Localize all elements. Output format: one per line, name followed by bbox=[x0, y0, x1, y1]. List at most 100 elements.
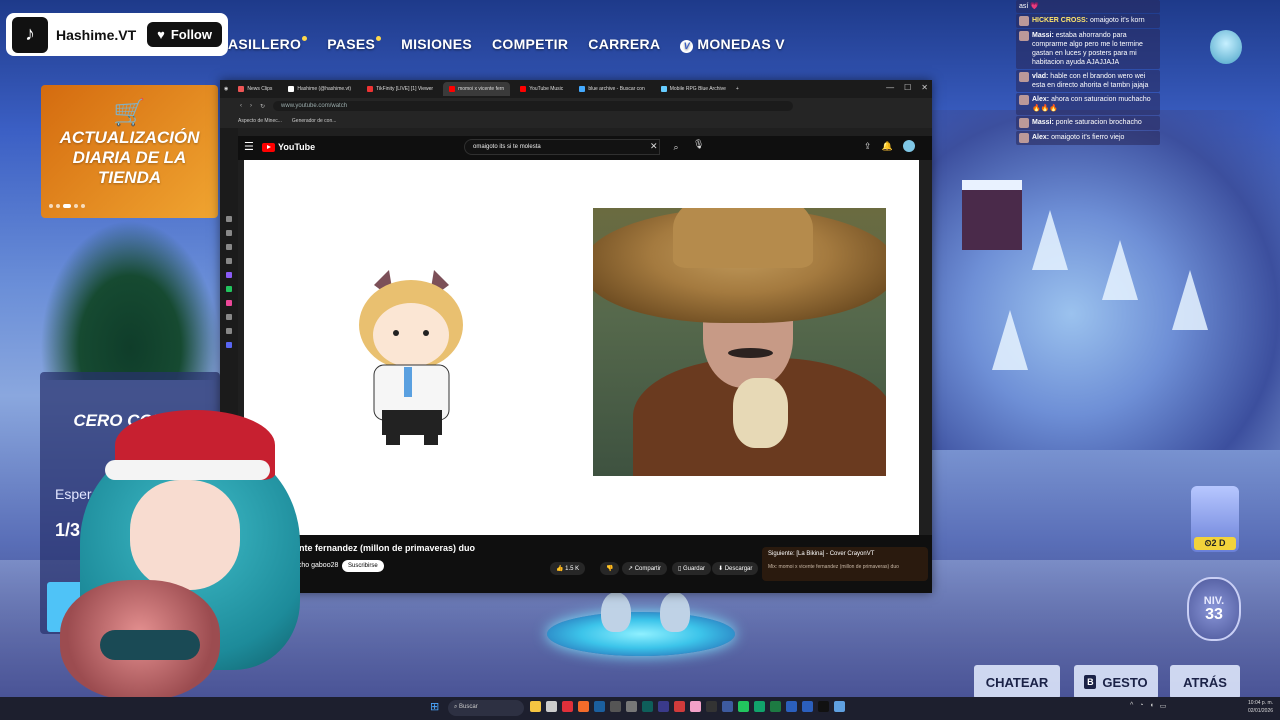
forward-icon[interactable]: › bbox=[250, 103, 252, 109]
save-button[interactable]: ▯ Guardar bbox=[672, 562, 711, 575]
shopping-cart-icon: 🛒 bbox=[113, 97, 146, 127]
reward-timer-badge: ⏲2 D bbox=[1194, 537, 1236, 550]
upload-icon[interactable]: ⇪ bbox=[864, 141, 872, 152]
battery-icon[interactable]: ▭ bbox=[1160, 702, 1167, 710]
app-icon[interactable] bbox=[546, 701, 557, 712]
bookmarks-bar: Aspecto de Minec... Generador de con... bbox=[220, 114, 932, 128]
steam-icon[interactable] bbox=[594, 701, 605, 712]
browser-tab[interactable]: News Clips bbox=[232, 82, 278, 96]
browser-tab[interactable]: TikFinity [LIVE] [1] Viewer bbox=[361, 82, 439, 96]
back-icon[interactable]: ‹ bbox=[240, 103, 242, 109]
nav-item-vbucks[interactable]: V MONEDAS V bbox=[680, 36, 785, 53]
bell-icon[interactable]: 🔔 bbox=[882, 141, 893, 152]
reload-icon[interactable]: ↻ bbox=[260, 103, 265, 110]
next-video-card[interactable]: Siguiente: [La Bikina] - Cover CrayonVT … bbox=[762, 547, 928, 581]
app-icon[interactable] bbox=[722, 701, 733, 712]
hamburger-menu-icon[interactable]: ☰ bbox=[244, 140, 254, 153]
nav-item-quests[interactable]: MISIONES bbox=[401, 36, 472, 53]
wifi-icon[interactable]: ◔ bbox=[1139, 702, 1143, 710]
youtube-search-input[interactable]: omaigoto its si te molesta bbox=[464, 139, 660, 155]
chat-button[interactable]: CHATEAR bbox=[974, 665, 1060, 699]
like-button[interactable]: 👍 1.5 K bbox=[550, 562, 586, 575]
app-icon[interactable] bbox=[754, 701, 765, 712]
taskbar-clock[interactable]: 10:04 p. m. 02/01/2026 bbox=[1248, 699, 1273, 715]
app-icon[interactable] bbox=[690, 701, 701, 712]
app-icon[interactable] bbox=[642, 701, 653, 712]
search-icon[interactable]: ⌕ bbox=[666, 139, 686, 155]
bookmark-item[interactable]: Aspecto de Minec... bbox=[238, 118, 282, 124]
app-icon[interactable] bbox=[658, 701, 669, 712]
shop-tile-title: ACTUALIZACIÓN DIARIA DE LA TIENDA bbox=[59, 128, 200, 187]
daily-shop-tile[interactable]: 🛒 ACTUALIZACIÓN DIARIA DE LA TIENDA bbox=[41, 85, 218, 218]
avatar[interactable] bbox=[902, 140, 915, 152]
minimize-icon[interactable]: — bbox=[886, 83, 894, 92]
sidebar-app-icon[interactable] bbox=[226, 230, 232, 236]
window-controls: — ☐ ✕ bbox=[886, 83, 928, 92]
user-avatar bbox=[1019, 95, 1029, 105]
level-badge[interactable]: NIV. 33 bbox=[1187, 577, 1241, 641]
browser-tab[interactable]: Mobile RPG Blue Archive bbox=[655, 82, 732, 96]
sidebar-app-icon[interactable] bbox=[226, 314, 232, 320]
app-icon[interactable] bbox=[738, 701, 749, 712]
bookmark-item[interactable]: Generador de con... bbox=[292, 118, 336, 124]
emote-button[interactable]: B GESTO bbox=[1074, 665, 1158, 699]
nav-item-locker[interactable]: ASILLERO bbox=[228, 36, 308, 53]
app-icon[interactable] bbox=[674, 701, 685, 712]
word-icon[interactable] bbox=[786, 701, 797, 712]
nav-item-career[interactable]: CARRERA bbox=[588, 36, 660, 53]
new-tab-icon[interactable]: + bbox=[736, 86, 739, 92]
level-value: 33 bbox=[1205, 606, 1223, 623]
browser-tab[interactable]: YouTube Music bbox=[514, 82, 569, 96]
tiktok-badge: ♪ Hashime.VT ♥ Follow bbox=[6, 13, 228, 56]
file-explorer-icon[interactable] bbox=[530, 701, 541, 712]
sidebar-app-icon[interactable] bbox=[226, 286, 232, 292]
chevron-up-icon[interactable]: ^ bbox=[1130, 702, 1133, 710]
user-avatar bbox=[1019, 133, 1029, 143]
party-member-icon[interactable] bbox=[1210, 30, 1242, 64]
nav-item-compete[interactable]: COMPETIR bbox=[492, 36, 568, 53]
sidebar-app-icon[interactable] bbox=[226, 244, 232, 250]
taskbar-search-input[interactable]: ⌕ Buscar bbox=[448, 700, 524, 716]
video-player[interactable] bbox=[244, 160, 919, 535]
browser-tab-active[interactable]: momoi x vicente fern bbox=[443, 82, 511, 96]
character-pedestal bbox=[547, 612, 735, 656]
volume-icon[interactable]: ◖ bbox=[1150, 702, 1154, 710]
user-avatar bbox=[1019, 72, 1029, 82]
sidebar-app-icon[interactable] bbox=[226, 300, 232, 306]
browser-tab[interactable]: blue archive - Buscar con bbox=[573, 82, 650, 96]
browser-tab[interactable]: Hashime (@hashime.vt) bbox=[282, 82, 357, 96]
nav-item-passes[interactable]: PASES bbox=[327, 36, 382, 53]
app-icon[interactable] bbox=[706, 701, 717, 712]
opera-icon[interactable] bbox=[562, 701, 573, 712]
url-input[interactable]: www.youtube.com/watch bbox=[273, 101, 794, 111]
tiktok-icon[interactable] bbox=[818, 701, 829, 712]
dislike-button[interactable]: 👎 bbox=[600, 562, 620, 575]
download-button[interactable]: ⬇ Descargar bbox=[712, 562, 759, 575]
windows-start-icon[interactable]: ⊞ bbox=[430, 700, 442, 713]
browser-menu-icon[interactable]: ◉ bbox=[224, 86, 228, 92]
thumbs-up-icon: 👍 bbox=[556, 566, 566, 572]
back-button[interactable]: ATRÁS bbox=[1170, 665, 1240, 699]
microphone-icon[interactable]: 🎙 bbox=[693, 139, 704, 150]
user-avatar bbox=[1019, 118, 1029, 128]
follow-button[interactable]: ♥ Follow bbox=[147, 22, 222, 47]
channel-name[interactable]: acho gaboo28 bbox=[294, 562, 338, 569]
app-icon[interactable] bbox=[610, 701, 621, 712]
maximize-icon[interactable]: ☐ bbox=[904, 83, 911, 92]
share-button[interactable]: ↗ Compartir bbox=[622, 562, 668, 575]
sidebar-app-icon[interactable] bbox=[226, 216, 232, 222]
sidebar-app-icon[interactable] bbox=[226, 272, 232, 278]
sidebar-app-icon[interactable] bbox=[226, 328, 232, 334]
sidebar-app-icon[interactable] bbox=[226, 258, 232, 264]
app-icon[interactable] bbox=[802, 701, 813, 712]
app-icon[interactable] bbox=[626, 701, 637, 712]
sidebar-app-icon[interactable] bbox=[226, 342, 232, 348]
app-icon[interactable] bbox=[834, 701, 845, 712]
brave-icon[interactable] bbox=[578, 701, 589, 712]
live-chat-overlay: así 💗 HICKER CROSS: omaigoto it's korn M… bbox=[1016, 0, 1160, 146]
youtube-logo[interactable]: YouTube bbox=[262, 142, 315, 152]
close-icon[interactable]: ✕ bbox=[921, 83, 928, 92]
subscribe-button[interactable]: Suscribirse bbox=[342, 560, 384, 572]
clear-search-icon[interactable]: ✕ bbox=[650, 141, 658, 152]
excel-icon[interactable] bbox=[770, 701, 781, 712]
